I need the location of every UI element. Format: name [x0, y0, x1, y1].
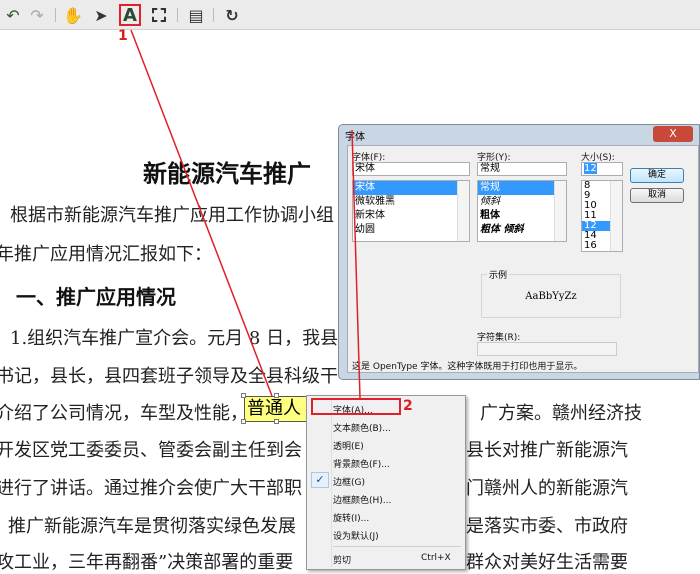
step-1-label: 1: [118, 28, 128, 44]
annotation-arrows: [130, 29, 361, 399]
annotation-arrow-1: [130, 29, 273, 397]
step-2-label: 2: [403, 398, 413, 414]
annotation-arrow-2: [351, 129, 361, 399]
